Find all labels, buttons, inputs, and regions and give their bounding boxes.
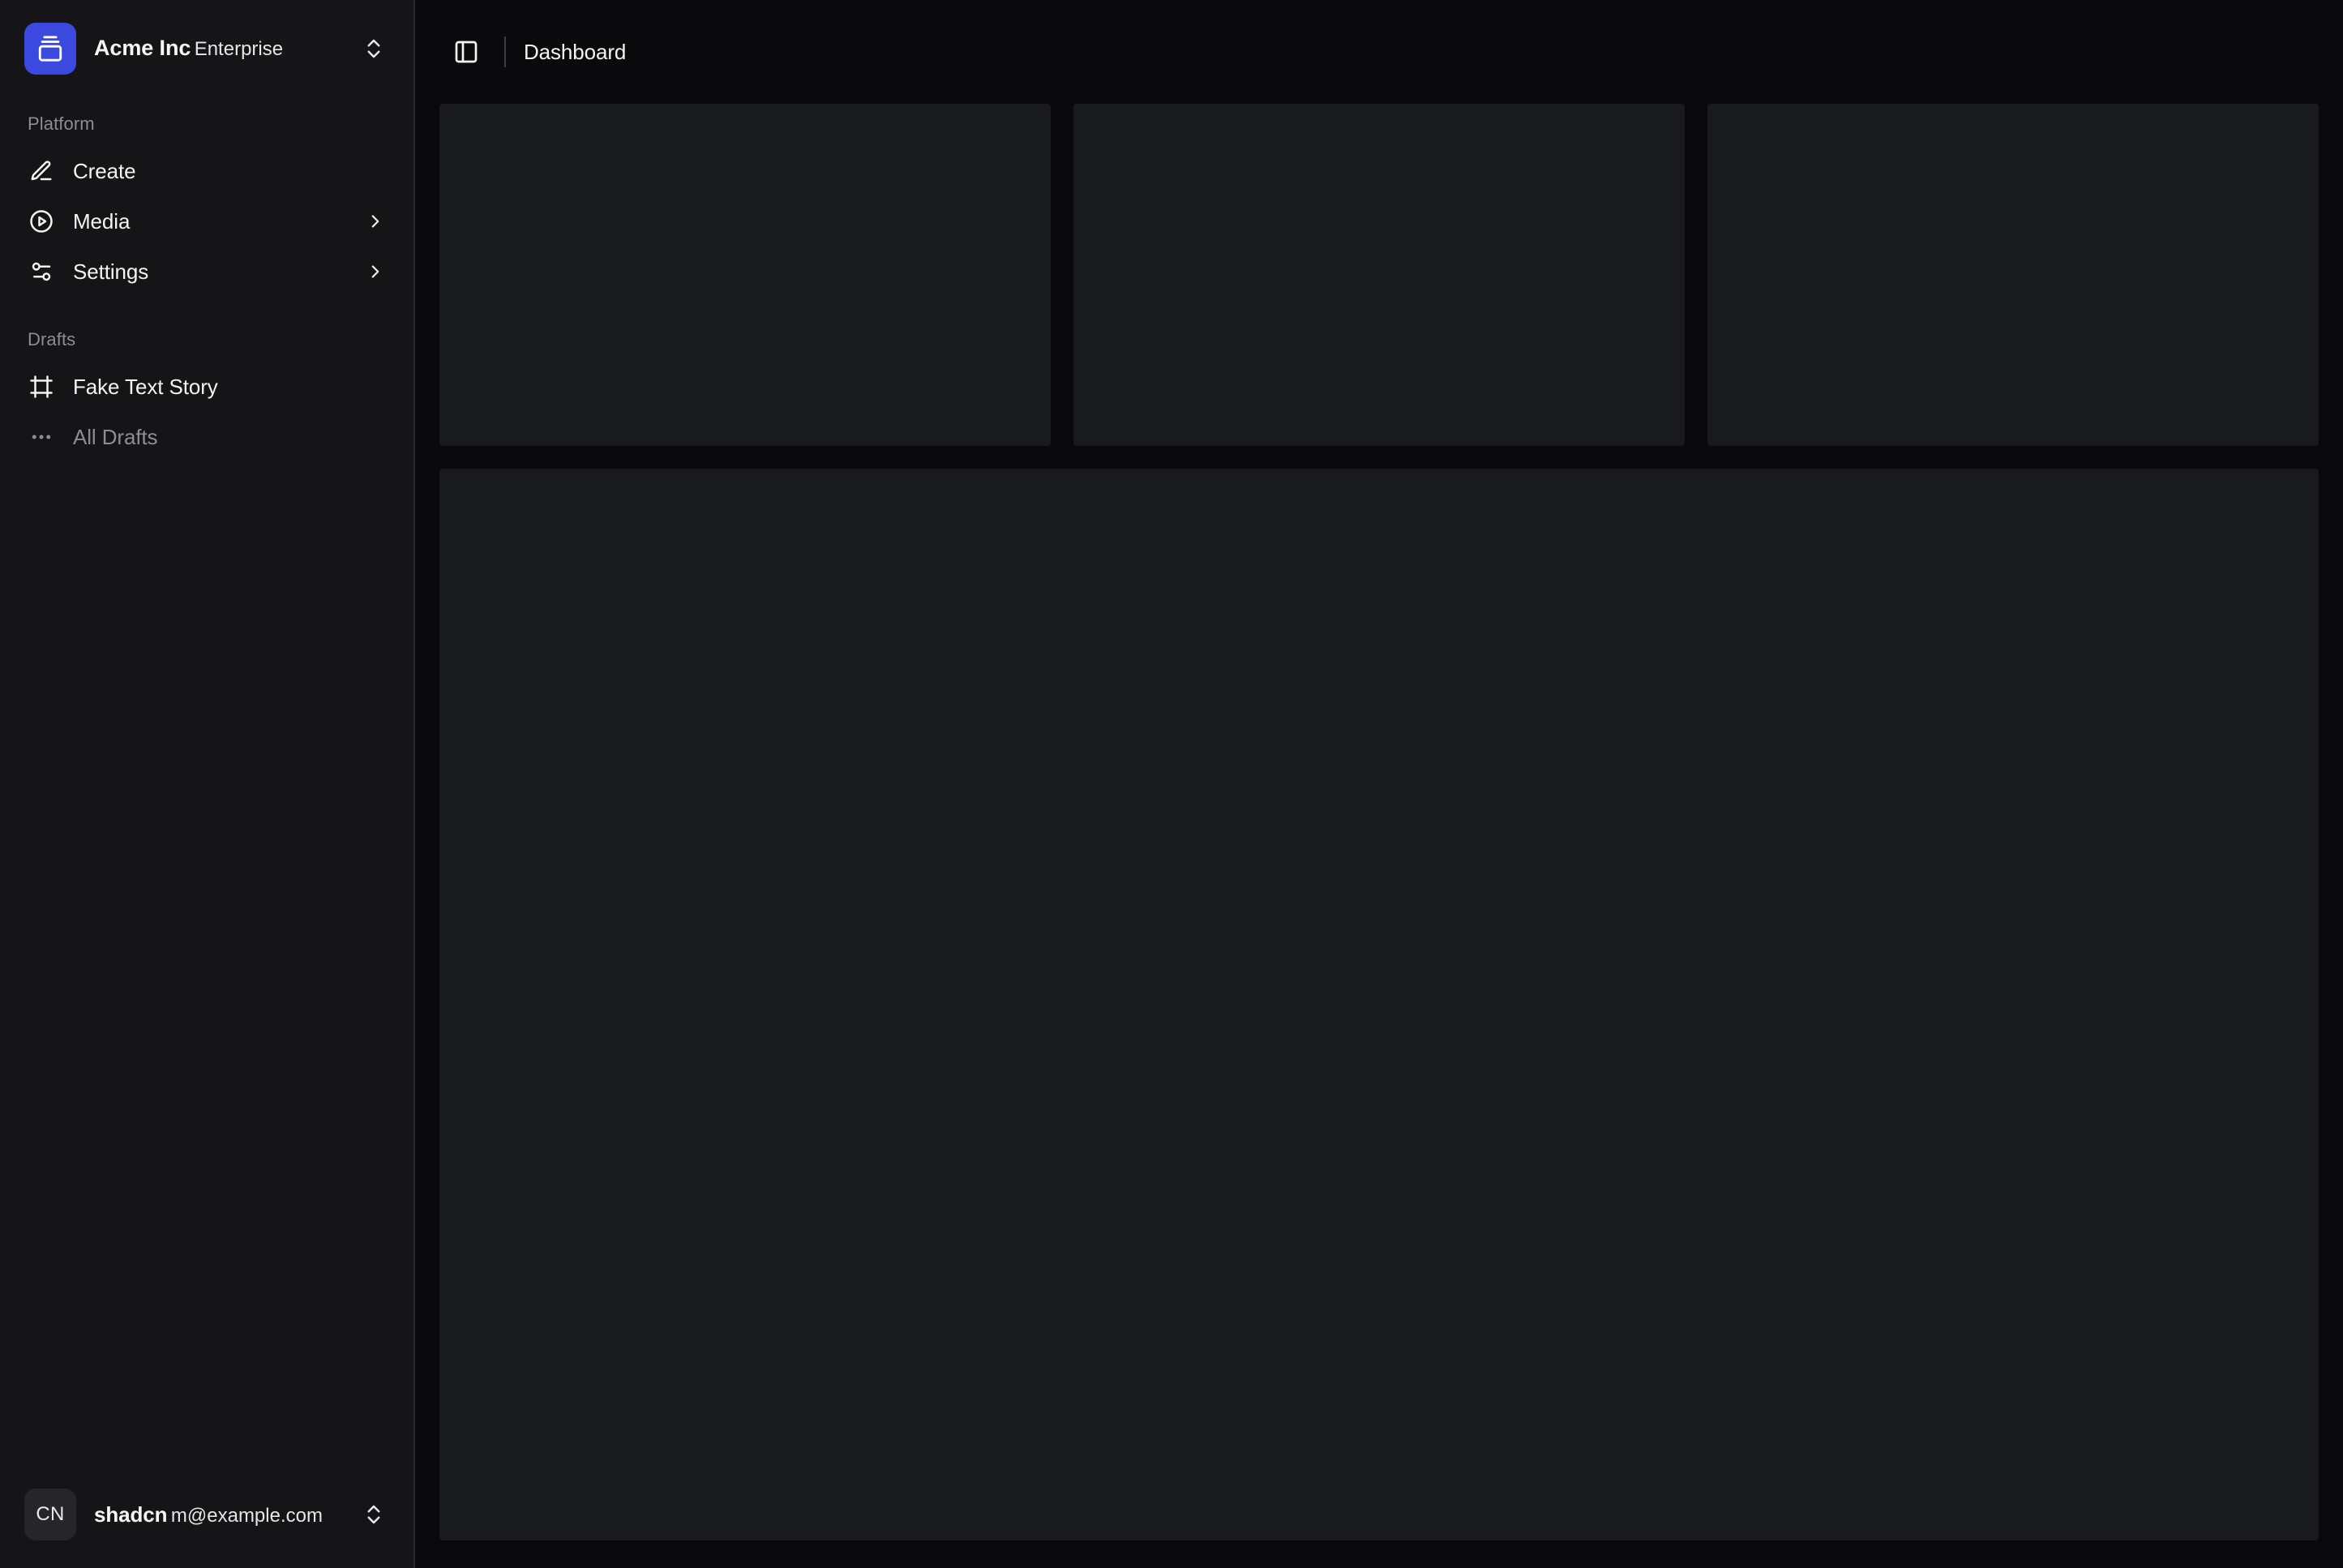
circle-play-icon	[28, 209, 55, 233]
sidebar-item-label: Fake Text Story	[73, 374, 218, 399]
sidebar-item-media[interactable]: Media	[13, 196, 400, 246]
square-pen-icon	[28, 159, 55, 183]
user-text: shadcn m@example.com	[94, 1502, 344, 1528]
frame-icon	[28, 375, 55, 399]
org-switcher-button[interactable]: Acme Inc Enterprise	[13, 13, 400, 84]
sidebar-item-create[interactable]: Create	[13, 146, 400, 196]
chevrons-up-down-icon	[362, 1502, 386, 1527]
placeholder-card	[439, 104, 1051, 446]
ellipsis-icon	[28, 425, 55, 449]
placeholder-card	[1073, 104, 1685, 446]
user-menu-button[interactable]: CN shadcn m@example.com	[13, 1479, 400, 1550]
gallery-vertical-end-icon	[24, 23, 76, 75]
breadcrumb: Dashboard	[524, 40, 626, 65]
settings-sliders-icon	[28, 259, 55, 284]
sidebar-group-platform: Platform Create Media Settings	[13, 102, 400, 297]
placeholder-card-row	[439, 104, 2319, 446]
sidebar-item-fake-text-story[interactable]: Fake Text Story	[13, 362, 400, 412]
breadcrumb-item-dashboard[interactable]: Dashboard	[524, 40, 626, 64]
chevrons-up-down-icon	[362, 36, 386, 61]
topbar-separator	[504, 36, 506, 67]
avatar: CN	[24, 1489, 76, 1540]
placeholder-card	[1707, 104, 2319, 446]
sidebar-item-label: Media	[73, 208, 131, 233]
sidebar: Acme Inc Enterprise Platform Create Medi…	[0, 0, 415, 1568]
panel-left-icon[interactable]	[443, 28, 490, 75]
sidebar-item-settings[interactable]: Settings	[13, 246, 400, 297]
sidebar-item-label: Settings	[73, 259, 149, 284]
user-name: shadcn	[94, 1502, 168, 1527]
sidebar-group-label-drafts: Drafts	[28, 329, 76, 349]
app-root: Acme Inc Enterprise Platform Create Medi…	[0, 0, 2343, 1568]
sidebar-group-label-platform: Platform	[28, 114, 95, 134]
sidebar-content: Platform Create Media Settings Drafts Fa…	[0, 84, 413, 1479]
dashboard-content	[415, 104, 2343, 1568]
sidebar-header: Acme Inc Enterprise	[0, 0, 413, 84]
chevron-right-icon[interactable]	[365, 211, 386, 232]
sidebar-item-label: All Drafts	[73, 424, 158, 449]
chevron-right-icon[interactable]	[365, 261, 386, 282]
main-area: Dashboard	[415, 0, 2343, 1568]
org-name: Acme Inc	[94, 36, 191, 61]
placeholder-card-large	[439, 469, 2319, 1540]
org-plan: Enterprise	[194, 38, 284, 61]
sidebar-item-all-drafts[interactable]: All Drafts	[13, 412, 400, 462]
sidebar-group-drafts: Drafts Fake Text Story All Drafts	[13, 318, 400, 462]
sidebar-footer: CN shadcn m@example.com	[0, 1479, 413, 1568]
sidebar-item-label: Create	[73, 158, 136, 183]
user-email: m@example.com	[170, 1504, 323, 1527]
org-text: Acme Inc Enterprise	[94, 35, 344, 62]
topbar: Dashboard	[415, 0, 2343, 104]
